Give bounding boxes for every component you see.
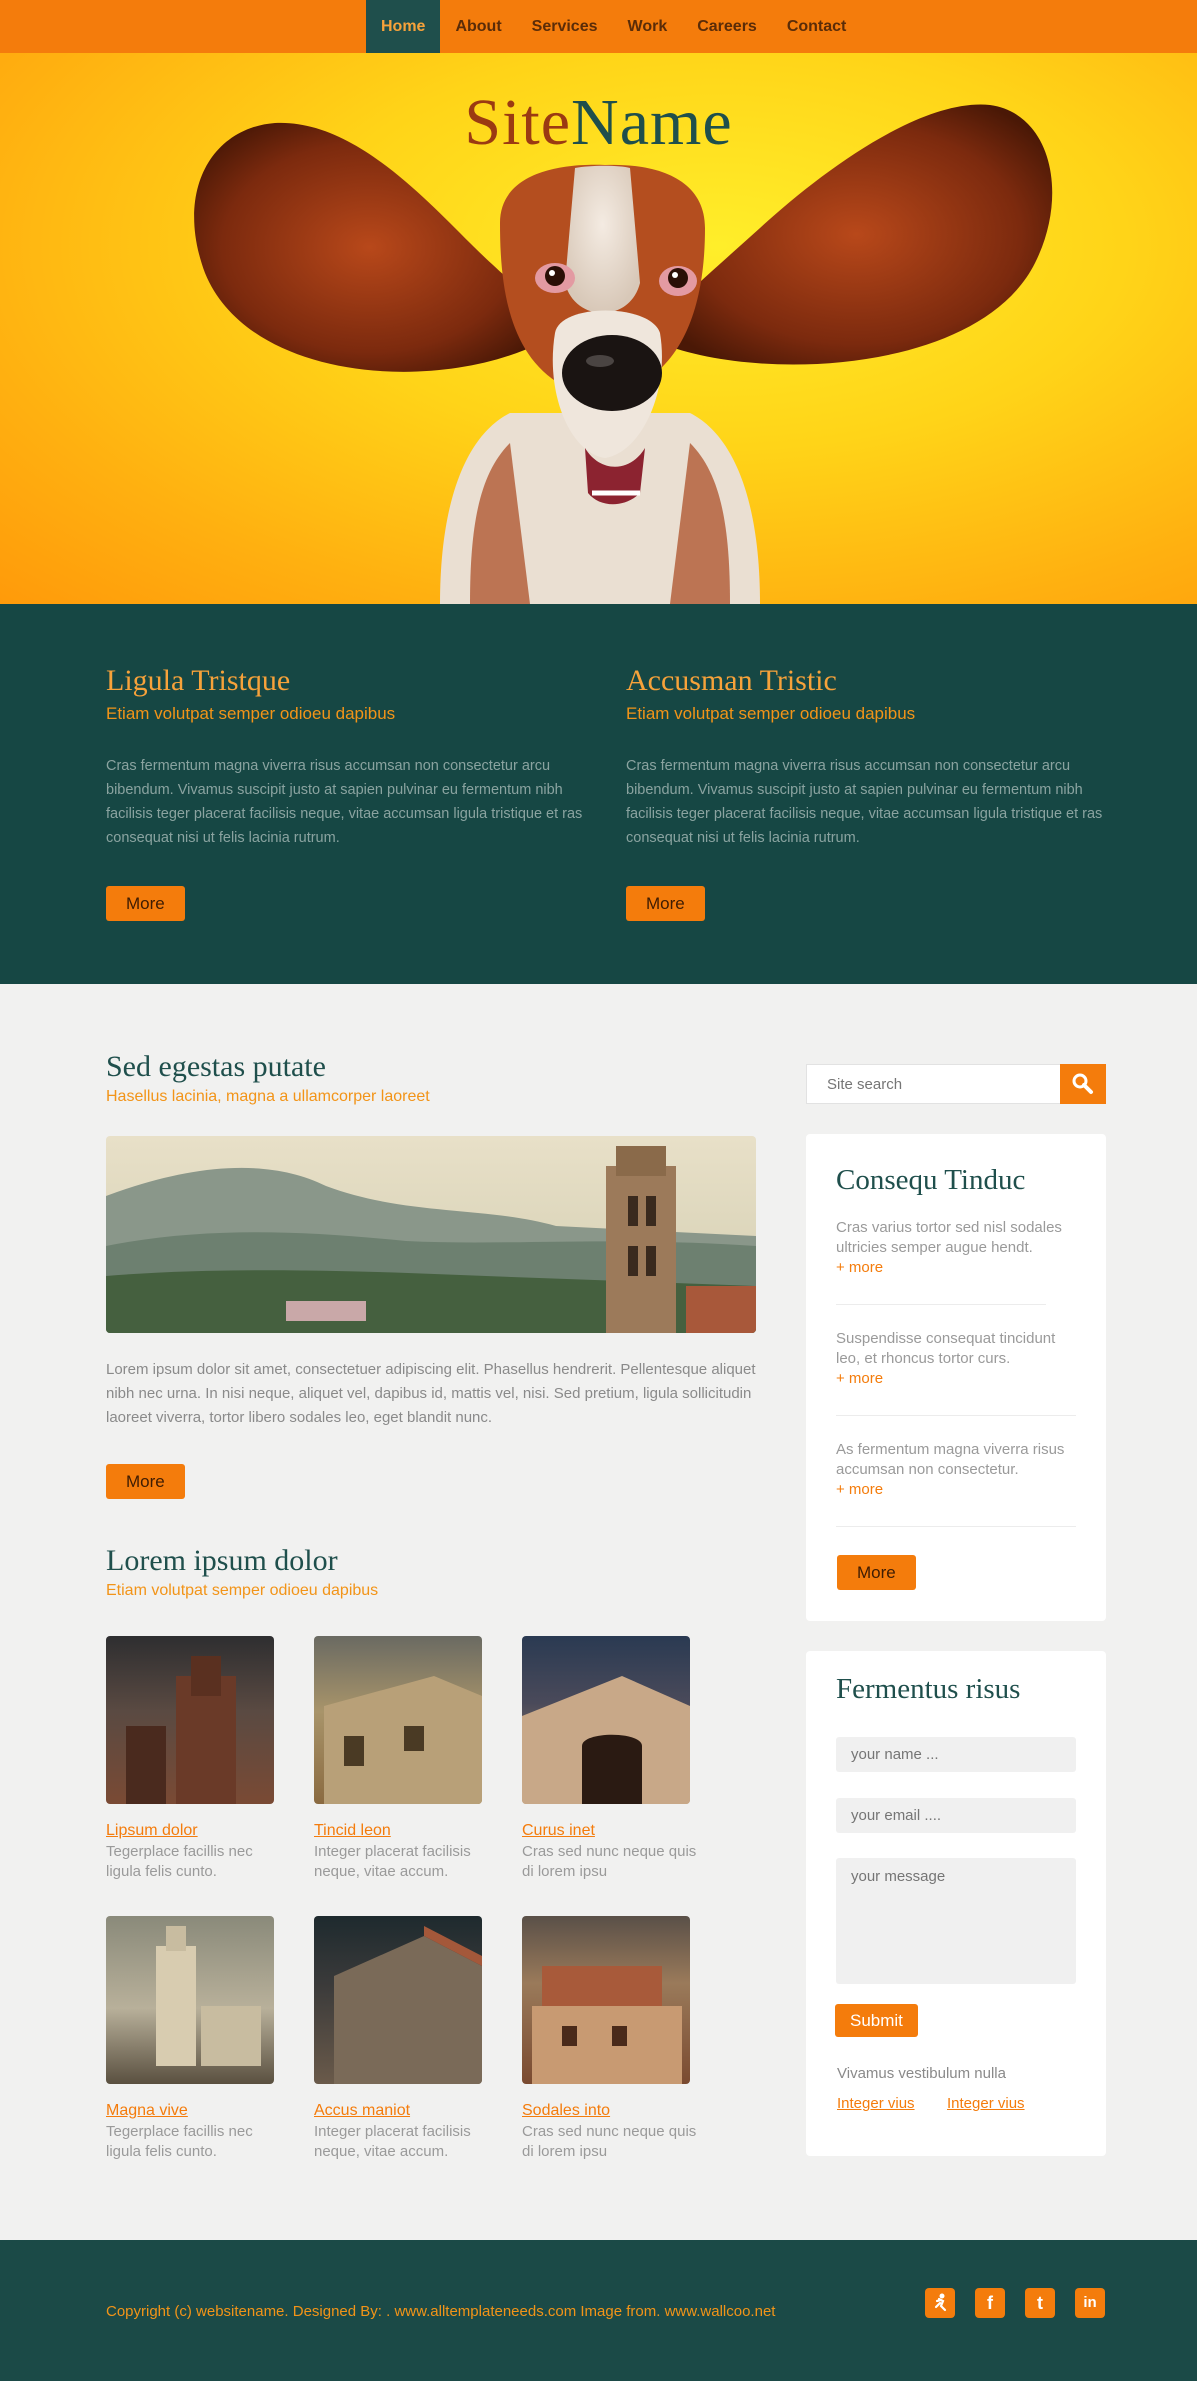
article-title: Sed egestas putate [106, 1050, 326, 1083]
news-text: Suspendisse consequat tincidunt leo, et … [836, 1330, 1056, 1367]
gallery-item-desc: Integer placerat facilisis neque, vitae … [314, 1843, 471, 1880]
copyright-text: Copyright (c) websitename. Designed By: … [106, 2303, 776, 2320]
gallery-item-desc: Cras sed nunc neque quis di lorem ipsu [522, 2123, 697, 2160]
site-name-logo[interactable]: SiteName [0, 85, 1197, 161]
news-text: Cras varius tortor sed nisl sodales ultr… [836, 1219, 1062, 1256]
search-button[interactable] [1060, 1064, 1106, 1104]
news-card: Consequ Tinduc Cras varius tortor sed ni… [806, 1134, 1106, 1621]
twitter-icon[interactable]: t [1025, 2288, 1055, 2318]
contact-note: Vivamus vestibulum nulla [837, 2065, 1006, 2082]
footer-link-1[interactable]: Integer vius [837, 2095, 915, 2112]
feature-band: Ligula Tristque Etiam volutpat semper od… [0, 604, 1197, 984]
gallery-item-title[interactable]: Accus maniot [314, 2102, 410, 2120]
feature-subtitle: Etiam volutpat semper odioeu dapibus [106, 704, 396, 723]
message-field[interactable] [836, 1858, 1076, 1984]
name-field[interactable] [836, 1737, 1076, 1772]
gallery-item-title[interactable]: Lipsum dolor [106, 1822, 198, 1840]
feature-subtitle: Etiam volutpat semper odioeu dapibus [626, 704, 916, 723]
footer: Copyright (c) websitename. Designed By: … [0, 2240, 1197, 2381]
feature-title: Accusman Tristic [626, 664, 837, 697]
news-more-link[interactable]: + more [836, 1480, 1076, 1500]
news-more-button[interactable]: More [837, 1555, 916, 1590]
gallery-thumbnail[interactable] [314, 1636, 482, 1804]
nav-item-services[interactable]: Services [517, 0, 613, 53]
feature-more-button[interactable]: More [626, 886, 705, 921]
news-more-link[interactable]: + more [836, 1369, 1076, 1389]
article-subtitle: Hasellus lacinia, magna a ullamcorper la… [106, 1088, 430, 1105]
nav-item-contact[interactable]: Contact [772, 0, 862, 53]
news-text: As fermentum magna viverra risus accumsa… [836, 1441, 1065, 1478]
feature-more-button[interactable]: More [106, 886, 185, 921]
gallery-item-title[interactable]: Magna vive [106, 2102, 188, 2120]
gallery-item-title[interactable]: Curus inet [522, 1822, 595, 1840]
article-text: Lorem ipsum dolor sit amet, consectetuer… [106, 1361, 756, 1426]
feature-block: Ligula Tristque Etiam volutpat semper od… [106, 664, 591, 921]
gallery-subtitle: Etiam volutpat semper odioeu dapibus [106, 1582, 379, 1599]
news-item: Cras varius tortor sed nisl sodales ultr… [836, 1218, 1076, 1278]
news-item: As fermentum magna viverra risus accumsa… [836, 1440, 1076, 1500]
feature-text: Cras fermentum magna viverra risus accum… [106, 758, 583, 846]
news-divider [836, 1526, 1076, 1527]
gallery-item-desc: Integer placerat facilisis neque, vitae … [314, 2123, 471, 2160]
linkedin-icon[interactable]: in [1075, 2288, 1105, 2318]
footer-link-2[interactable]: Integer vius [947, 2095, 1025, 2112]
gallery-title: Lorem ipsum dolor [106, 1544, 338, 1577]
gallery-thumbnail[interactable] [522, 1636, 690, 1804]
email-field[interactable] [836, 1798, 1076, 1833]
site-name-part2: Name [571, 86, 733, 159]
submit-button[interactable]: Submit [835, 2004, 918, 2037]
gallery-item-desc: Tegerplace facillis nec ligula felis cun… [106, 1843, 253, 1880]
nav-item-about[interactable]: About [440, 0, 516, 53]
gallery-thumbnail[interactable] [106, 1916, 274, 2084]
gallery-item-title[interactable]: Sodales into [522, 2102, 610, 2120]
top-navigation: Home About Services Work Careers Contact [0, 0, 1197, 53]
contact-card-title: Fermentus risus [836, 1673, 1021, 1705]
feature-title: Ligula Tristque [106, 664, 291, 697]
gallery-item-title[interactable]: Tincid leon [314, 1822, 391, 1840]
article-more-button[interactable]: More [106, 1464, 185, 1499]
news-more-link[interactable]: + more [836, 1258, 1076, 1278]
facebook-icon[interactable]: f [975, 2288, 1005, 2318]
gallery-thumbnail[interactable] [106, 1636, 274, 1804]
hero-banner: SiteName [0, 53, 1197, 604]
nav-menu: Home About Services Work Careers Contact [366, 0, 861, 53]
contact-card: Fermentus risus Submit Vivamus vestibulu… [806, 1651, 1106, 2156]
landscape-image [106, 1136, 756, 1333]
news-divider [836, 1304, 1046, 1305]
feature-text: Cras fermentum magna viverra risus accum… [626, 758, 1103, 846]
news-card-title: Consequ Tinduc [836, 1164, 1026, 1196]
news-item: Suspendisse consequat tincidunt leo, et … [836, 1329, 1076, 1389]
site-name-part1: Site [464, 86, 572, 159]
search-icon [1072, 1073, 1093, 1094]
gallery-item-desc: Tegerplace facillis nec ligula felis cun… [106, 2123, 253, 2160]
gallery-thumbnail[interactable] [522, 1916, 690, 2084]
article-header: Sed egestas putate Hasellus lacinia, mag… [106, 1050, 430, 1106]
feature-block: Accusman Tristic Etiam volutpat semper o… [626, 664, 1111, 921]
search-input[interactable] [806, 1064, 1060, 1104]
gallery-item-desc: Cras sed nunc neque quis di lorem ipsu [522, 1843, 697, 1880]
runner-icon[interactable] [925, 2288, 955, 2318]
gallery-thumbnail[interactable] [314, 1916, 482, 2084]
gallery-header: Lorem ipsum dolor Etiam volutpat semper … [106, 1544, 378, 1600]
nav-item-work[interactable]: Work [613, 0, 683, 53]
nav-item-home[interactable]: Home [366, 0, 441, 53]
nav-item-careers[interactable]: Careers [682, 0, 772, 53]
news-divider [836, 1415, 1076, 1416]
